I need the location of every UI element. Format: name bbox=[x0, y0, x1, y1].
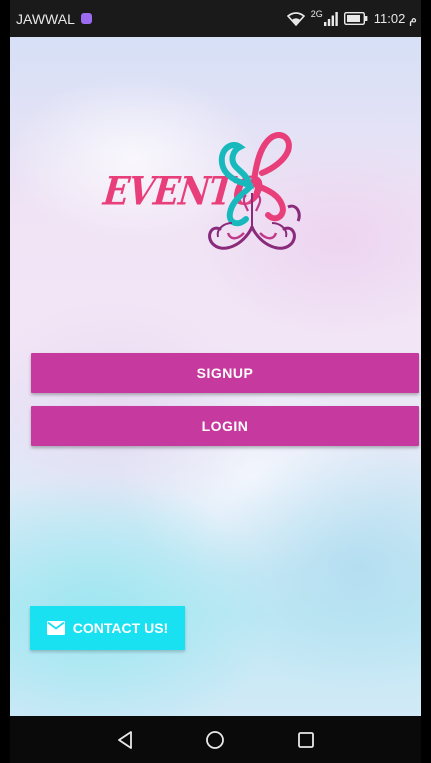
status-right: 2G م 11:02 bbox=[286, 8, 417, 27]
recent-square-icon bbox=[297, 731, 314, 748]
wifi-icon bbox=[286, 11, 305, 26]
navigation-bar bbox=[10, 716, 421, 763]
login-button[interactable]: LOGIN bbox=[31, 406, 419, 446]
back-triangle-icon bbox=[118, 730, 133, 749]
butterfly-logo-icon bbox=[208, 131, 301, 250]
app-logo: EVENTO bbox=[101, 115, 316, 265]
app-notification-icon bbox=[80, 13, 92, 24]
network-type: 2G bbox=[310, 8, 323, 19]
status-bar: JAWWAL 2G م 11:02 bbox=[10, 0, 421, 37]
status-time: م 11:02 bbox=[373, 10, 417, 26]
bezel-left bbox=[0, 0, 10, 763]
nav-home-button[interactable] bbox=[195, 720, 235, 760]
bezel-right bbox=[421, 0, 431, 763]
mail-icon bbox=[46, 621, 65, 635]
contact-us-label: CONTACT US! bbox=[72, 620, 169, 636]
carrier-name: JAWWAL bbox=[16, 10, 75, 27]
signup-button[interactable]: SIGNUP bbox=[31, 353, 419, 393]
home-circle-icon bbox=[206, 730, 225, 749]
signal-icon bbox=[323, 11, 338, 26]
nav-back-button[interactable] bbox=[105, 720, 145, 760]
status-left: JAWWAL bbox=[16, 11, 92, 27]
contact-us-button[interactable]: CONTACT US! bbox=[30, 606, 185, 650]
main-content: EVENTO SIGNUP LOGIN CONTACT US! bbox=[10, 37, 421, 716]
nav-recent-button[interactable] bbox=[286, 720, 326, 760]
battery-icon bbox=[343, 12, 368, 25]
phone-screen: JAWWAL 2G م 11:02 EVENTO SIGNUP LOGIN CO… bbox=[0, 0, 431, 763]
